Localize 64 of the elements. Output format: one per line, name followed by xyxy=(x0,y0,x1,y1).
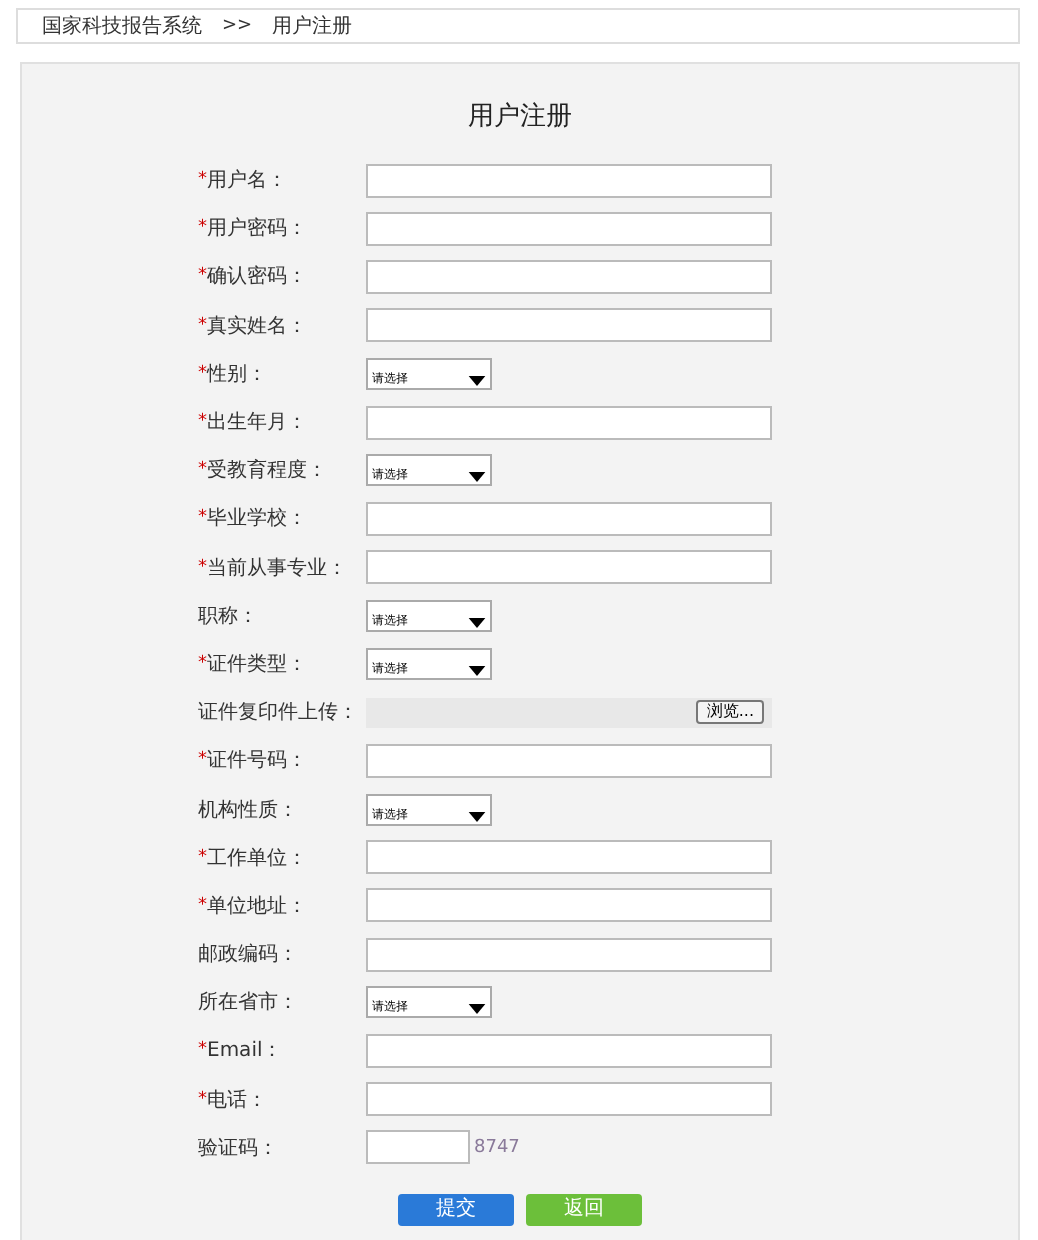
captcha-code: 8747 xyxy=(474,1137,520,1158)
label-text: 当前从事专业： xyxy=(207,555,347,582)
label-text: 受教育程度： xyxy=(207,457,327,485)
input-field[interactable] xyxy=(366,888,772,923)
label-text: 确认密码： xyxy=(207,263,307,291)
label-text: 职称： xyxy=(198,603,258,630)
label-text: 机构性质： xyxy=(198,797,298,824)
input-field[interactable] xyxy=(366,1130,470,1165)
input-field[interactable] xyxy=(366,937,772,972)
required-mark: * xyxy=(198,412,207,433)
input-field[interactable] xyxy=(366,743,772,778)
label-text: 证件类型： xyxy=(207,651,307,678)
input-field[interactable] xyxy=(366,211,772,246)
label-text: 用户密码： xyxy=(207,215,307,243)
input-field[interactable] xyxy=(366,840,772,875)
file-field[interactable]: 浏览... xyxy=(366,697,772,728)
browse-button[interactable]: 浏览... xyxy=(696,700,764,725)
required-mark: * xyxy=(198,315,207,336)
required-mark: * xyxy=(198,460,207,481)
required-mark: * xyxy=(198,1040,207,1061)
caret-icon xyxy=(468,617,486,628)
label-text: 验证码： xyxy=(198,1135,278,1162)
breadcrumb-link[interactable]: 用户注册 xyxy=(272,12,353,40)
caret-icon xyxy=(468,811,486,822)
input-field[interactable] xyxy=(366,1082,772,1117)
caret-icon xyxy=(468,472,486,483)
caret-icon xyxy=(468,1004,486,1015)
label-text: 性别： xyxy=(207,361,267,388)
input-field[interactable] xyxy=(366,550,772,585)
caret-icon xyxy=(468,665,486,676)
required-mark: * xyxy=(198,508,207,529)
input-field[interactable] xyxy=(366,501,772,536)
label-text: 证件复印件上传： xyxy=(198,699,358,727)
breadcrumb-separator: >> xyxy=(222,16,253,36)
required-mark: * xyxy=(198,557,207,578)
required-mark: * xyxy=(198,750,207,771)
breadcrumb-link[interactable]: 国家科技报告系统 xyxy=(42,12,202,40)
required-mark: * xyxy=(198,218,207,239)
label-text: 所在省市： xyxy=(198,989,298,1017)
required-mark: * xyxy=(198,895,207,916)
input-field[interactable] xyxy=(366,1033,772,1068)
caret-icon xyxy=(468,375,486,386)
required-mark: * xyxy=(198,1089,207,1110)
label-text: 用户名： xyxy=(207,167,287,195)
label-text: 出生年月： xyxy=(207,409,307,437)
required-mark: * xyxy=(198,653,207,674)
input-field[interactable] xyxy=(366,308,772,343)
label-text: 真实姓名： xyxy=(207,313,307,340)
label-text: 单位地址： xyxy=(207,893,307,920)
label-text: 毕业学校： xyxy=(207,505,307,533)
required-mark: * xyxy=(198,266,207,287)
required-mark: * xyxy=(198,847,207,868)
label-text: 证件号码： xyxy=(207,748,307,775)
submit-button[interactable]: 提交 xyxy=(398,1193,514,1226)
required-mark: * xyxy=(198,170,207,191)
label-text: 电话： xyxy=(207,1087,267,1114)
label-text: Email： xyxy=(207,1038,283,1065)
label-text: 邮政编码： xyxy=(198,941,298,969)
input-field[interactable] xyxy=(366,163,772,198)
form-title: 用户注册 xyxy=(466,100,574,134)
required-mark: * xyxy=(198,363,207,384)
input-field[interactable] xyxy=(366,405,772,440)
input-field[interactable] xyxy=(366,259,772,294)
label-text: 工作单位： xyxy=(207,845,307,872)
